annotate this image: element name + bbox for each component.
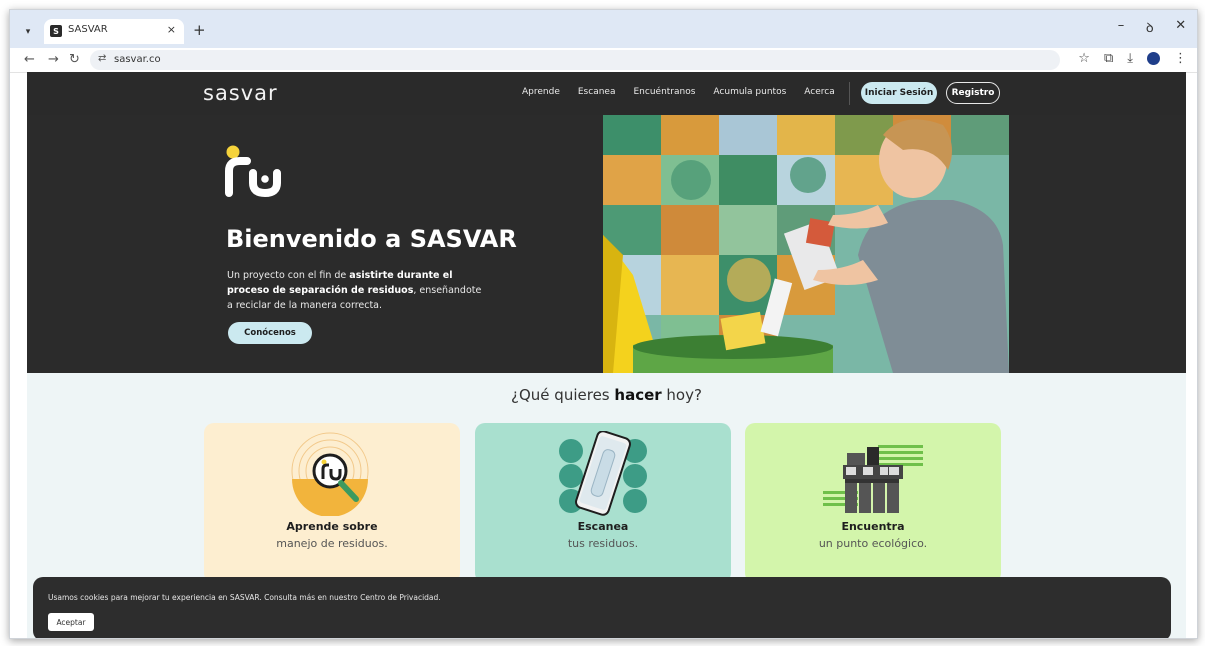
sasvar-logo-icon — [225, 145, 281, 198]
back-icon[interactable]: ← — [24, 52, 35, 67]
nav-link-acumula-puntos[interactable]: Acumula puntos — [713, 87, 786, 97]
login-button[interactable]: Iniciar Sesión — [861, 82, 937, 104]
restore-icon[interactable]: ꝺ — [1146, 18, 1154, 38]
nav-links: Aprende Escanea Encuéntranos Acumula pun… — [522, 87, 853, 97]
tab-search-icon[interactable]: ▾ — [20, 24, 36, 40]
card-escanea[interactable]: Escanea tus residuos. — [475, 423, 731, 583]
browser-window: ▾ S SASVAR × + – ꝺ ✕ ← → ↻ ⇄ sasvar.co ☆… — [9, 9, 1198, 639]
card-encuentra-subtitle: un punto ecológico. — [818, 537, 928, 550]
hero-title: Bienvenido a SASVAR — [226, 225, 517, 253]
window-controls: – ꝺ ✕ — [1107, 18, 1197, 38]
tab-title: SASVAR — [68, 24, 108, 35]
conocenos-button[interactable]: Conócenos — [228, 322, 312, 344]
browser-toolbar: ← → ↻ ⇄ sasvar.co ☆ ⧉ ⤓ ⋮ — [10, 48, 1197, 73]
accept-cookies-button[interactable]: Aceptar — [48, 613, 94, 631]
cookie-banner: Usamos cookies para mejorar tu experienc… — [33, 577, 1171, 638]
register-button[interactable]: Registro — [946, 82, 1000, 104]
hero-description: Un proyecto con el fin de asistirte dura… — [227, 270, 482, 311]
site-logo[interactable]: sasvar — [203, 81, 278, 105]
hero-photo — [603, 115, 1009, 373]
card-aprende-subtitle: manejo de residuos. — [276, 537, 388, 550]
page-content: sasvar Aprende Escanea Encuéntranos Acum… — [27, 72, 1186, 638]
card-encuentra-title: Encuentra — [841, 520, 905, 533]
nav-link-aprende[interactable]: Aprende — [522, 87, 560, 97]
url-text: sasvar.co — [114, 54, 161, 65]
menu-icon[interactable]: ⋮ — [1174, 51, 1187, 66]
hero-section: Bienvenido a SASVAR Un proyecto con el f… — [27, 115, 1186, 373]
section-question: ¿Qué quieres hacer hoy? — [511, 386, 702, 404]
nav-link-encuentranos[interactable]: Encuéntranos — [633, 87, 695, 97]
browser-tab[interactable]: S SASVAR × — [44, 19, 184, 44]
new-tab-button[interactable]: + — [193, 21, 206, 39]
download-icon[interactable]: ⤓ — [1127, 51, 1133, 66]
forward-icon[interactable]: → — [48, 52, 59, 67]
profile-icon[interactable] — [1147, 52, 1160, 65]
card-aprende-title: Aprende sobre — [286, 520, 378, 533]
card-encuentra[interactable]: Encuentra un punto ecológico. — [745, 423, 1001, 583]
tab-strip: ▾ S SASVAR × + – ꝺ ✕ — [10, 10, 1197, 48]
site-navbar: sasvar Aprende Escanea Encuéntranos Acum… — [27, 72, 1186, 115]
card-escanea-subtitle: tus residuos. — [567, 537, 639, 550]
tab-close-icon[interactable]: × — [167, 23, 176, 36]
cookie-text: Usamos cookies para mejorar tu experienc… — [48, 593, 441, 602]
nav-divider — [849, 82, 850, 105]
reload-icon[interactable]: ↻ — [69, 52, 80, 67]
minimize-icon[interactable]: – — [1118, 18, 1125, 38]
card-escanea-title: Escanea — [577, 520, 629, 533]
nav-link-escanea[interactable]: Escanea — [578, 87, 616, 97]
site-settings-icon[interactable]: ⇄ — [98, 53, 106, 64]
nav-link-acerca[interactable]: Acerca — [804, 87, 834, 97]
learn-magnifier-icon — [291, 432, 369, 516]
sasvar-favicon-icon: S — [50, 25, 62, 37]
star-icon[interactable]: ☆ — [1078, 51, 1090, 66]
close-window-icon[interactable]: ✕ — [1175, 18, 1186, 38]
card-aprende[interactable]: Aprende sobre manejo de residuos. — [204, 423, 460, 583]
address-bar[interactable]: ⇄ sasvar.co — [90, 50, 1060, 70]
scan-phone-icon — [559, 431, 647, 516]
toolbar-actions: ☆ ⧉ ⤓ ⋮ — [1078, 51, 1187, 66]
extensions-icon[interactable]: ⧉ — [1104, 51, 1113, 66]
recycling-point-icon — [823, 445, 923, 513]
